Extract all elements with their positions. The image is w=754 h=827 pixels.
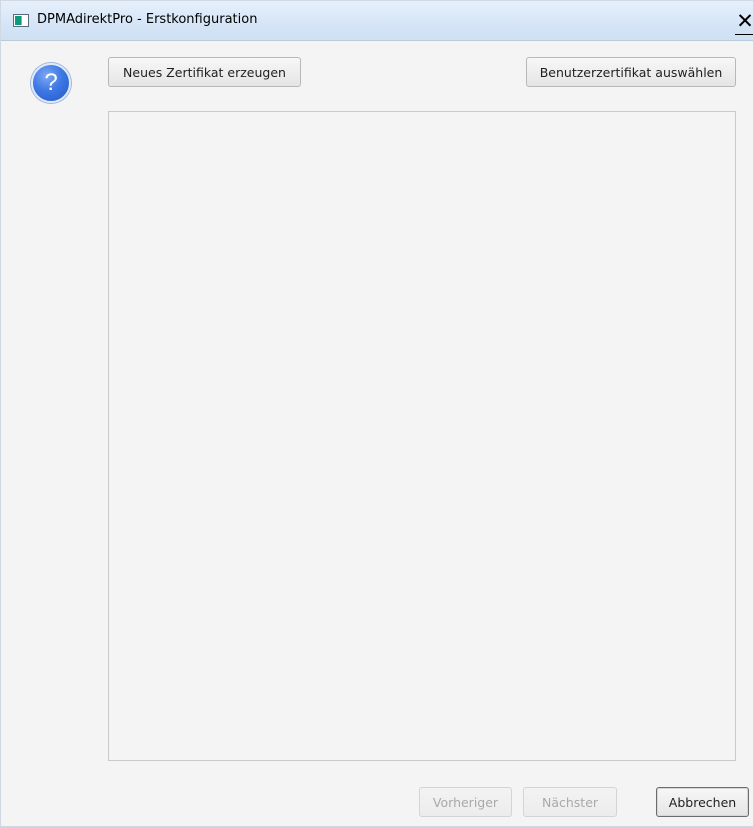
close-button-focus-line bbox=[735, 34, 753, 35]
next-button[interactable]: Nächster bbox=[523, 787, 617, 817]
title-bar[interactable]: DPMAdirektPro - Erstkonfiguration ✕ bbox=[1, 1, 753, 41]
select-user-certificate-button[interactable]: Benutzerzertifikat auswählen bbox=[526, 57, 736, 87]
application-icon-right-pane bbox=[21, 16, 27, 25]
window-title: DPMAdirektPro - Erstkonfiguration bbox=[37, 12, 258, 27]
application-window-icon bbox=[13, 14, 29, 27]
dialog-window: DPMAdirektPro - Erstkonfiguration ✕ ? Ne… bbox=[0, 0, 754, 827]
content-panel bbox=[108, 111, 736, 761]
close-icon[interactable]: ✕ bbox=[735, 10, 753, 32]
cancel-button[interactable]: Abbrechen bbox=[656, 787, 749, 817]
previous-button[interactable]: Vorheriger bbox=[419, 787, 512, 817]
help-glyph: ? bbox=[44, 69, 58, 96]
question-mark-icon: ? bbox=[31, 63, 71, 103]
create-new-certificate-button[interactable]: Neues Zertifikat erzeugen bbox=[108, 57, 301, 87]
